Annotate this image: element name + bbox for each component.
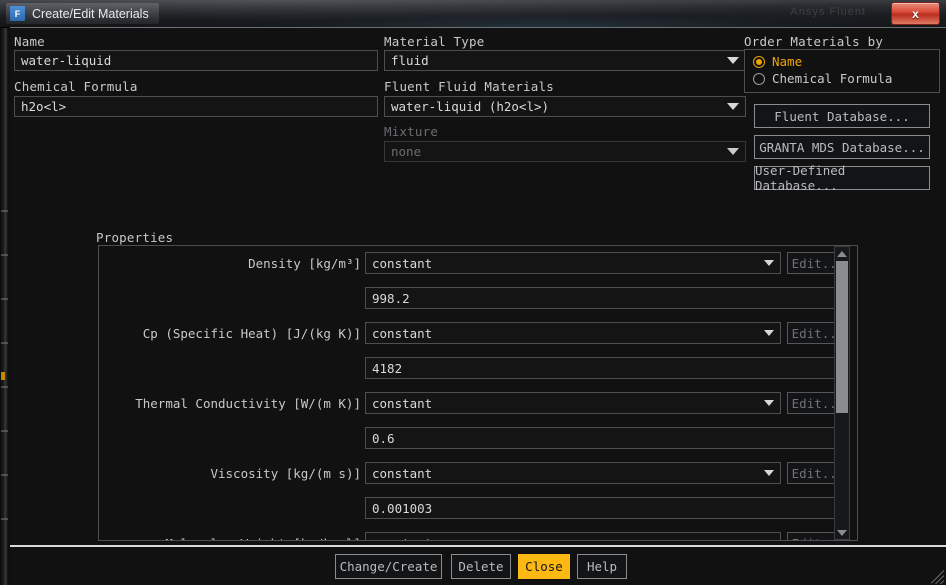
order-materials-by-label: Order Materials by	[744, 34, 884, 49]
title-bar-label-group: F Create/Edit Materials	[6, 3, 159, 24]
property-value-input[interactable]: 0.001003	[365, 497, 849, 519]
window-title: Create/Edit Materials	[32, 6, 149, 21]
resize-grip[interactable]	[922, 562, 944, 584]
chevron-down-icon	[727, 103, 739, 110]
background-tick-marks	[0, 210, 9, 540]
radio-icon-selected	[753, 55, 765, 68]
close-button[interactable]: Close	[518, 554, 570, 579]
chevron-down-icon	[727, 57, 739, 64]
footer-bar: Change/Create Delete Close Help 南流坊	[10, 547, 946, 585]
property-method-value: constant	[372, 465, 433, 481]
name-label: Name	[14, 34, 45, 49]
property-label: Molecular Weight [kg/kmol]	[99, 536, 361, 540]
fluent-database-button[interactable]: Fluent Database...	[754, 104, 930, 128]
property-label: Density [kg/m³]	[248, 256, 361, 271]
chemical-formula-label: Chemical Formula	[14, 79, 138, 94]
material-type-dropdown[interactable]: fluid	[384, 50, 746, 71]
application-window: F Create/Edit Materials Ansys Fluent x N…	[0, 0, 946, 585]
chevron-down-icon	[764, 540, 774, 541]
radio-option-name[interactable]: Name	[745, 53, 939, 70]
fluent-app-icon: F	[10, 6, 25, 21]
background-window-title: Ansys Fluent	[790, 6, 866, 18]
name-input[interactable]: water-liquid	[14, 50, 378, 71]
radio-label-chemical-formula: Chemical Formula	[772, 71, 893, 86]
property-value-input[interactable]: 4182	[365, 357, 849, 379]
property-label: Cp (Specific Heat) [J/(kg K)]	[142, 326, 361, 341]
fluent-fluid-materials-dropdown[interactable]: water-liquid (h2o<l>)	[384, 96, 746, 117]
mixture-label: Mixture	[384, 124, 439, 139]
properties-panel: Density [kg/m³] constant Edit... 998.2 Cp (S…	[98, 245, 858, 541]
property-method-dropdown[interactable]: constant	[365, 322, 781, 344]
property-value-input[interactable]: 0.6	[365, 427, 849, 449]
change-create-button[interactable]: Change/Create	[335, 554, 442, 579]
close-icon: x	[912, 6, 919, 21]
property-method-value: constant	[372, 536, 758, 541]
granta-mds-database-button[interactable]: GRANTA MDS Database...	[754, 135, 930, 159]
mixture-value: none	[391, 144, 422, 159]
mixture-dropdown[interactable]: none	[384, 141, 746, 162]
radio-option-chemical-formula[interactable]: Chemical Formula	[745, 70, 939, 87]
properties-scrollbar[interactable]	[834, 246, 850, 540]
triangle-down-icon	[837, 529, 847, 536]
material-type-value: fluid	[391, 53, 429, 68]
property-method-dropdown[interactable]: constant	[365, 462, 781, 484]
properties-section-label: Properties	[96, 230, 174, 245]
property-method-dropdown[interactable]: constant	[365, 252, 781, 274]
chevron-down-icon	[764, 470, 774, 476]
property-value-input[interactable]: 998.2	[365, 287, 849, 309]
close-window-button[interactable]: x	[891, 2, 940, 25]
radio-label-name: Name	[772, 54, 803, 69]
chevron-down-icon	[764, 330, 774, 336]
material-type-label: Material Type	[384, 34, 485, 49]
chevron-down-icon	[727, 148, 739, 155]
user-defined-database-button[interactable]: User-Defined Database...	[754, 163, 930, 193]
dialog-content: Name water-liquid Chemical Formula h2o<l…	[10, 28, 946, 541]
title-bar: F Create/Edit Materials Ansys Fluent x	[0, 0, 946, 28]
chevron-down-icon	[764, 260, 774, 266]
property-label: Thermal Conductivity [W/(m K)]	[135, 396, 361, 411]
scrollbar-thumb[interactable]	[836, 261, 848, 413]
create-edit-materials-dialog: Name water-liquid Chemical Formula h2o<l…	[10, 27, 946, 585]
property-method-dropdown[interactable]: constant	[365, 392, 781, 414]
scroll-down-button[interactable]	[835, 526, 849, 539]
scroll-up-button[interactable]	[835, 247, 849, 260]
chevron-down-icon	[764, 400, 774, 406]
delete-button[interactable]: Delete	[451, 554, 511, 579]
fluent-fluid-materials-label: Fluent Fluid Materials	[384, 79, 554, 94]
property-method-dropdown[interactable]: constant	[365, 532, 781, 541]
triangle-up-icon	[837, 250, 847, 257]
property-method-value: constant	[372, 395, 433, 411]
order-materials-by-group: Name Chemical Formula	[744, 49, 940, 93]
property-method-value: constant	[372, 255, 433, 271]
radio-icon-unselected	[753, 72, 765, 85]
chemical-formula-input[interactable]: h2o<l>	[14, 96, 378, 117]
property-label: Viscosity [kg/(m s)]	[210, 466, 361, 481]
property-method-value: constant	[372, 325, 433, 341]
fluent-fluid-materials-value: water-liquid (h2o<l>)	[391, 99, 550, 114]
help-button[interactable]: Help	[577, 554, 627, 579]
